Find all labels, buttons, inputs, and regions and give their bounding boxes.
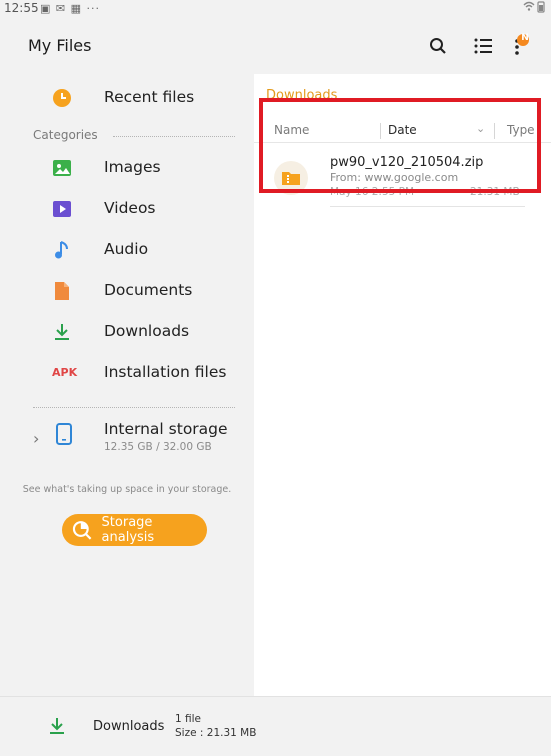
internal-storage-label[interactable]: Internal storage	[104, 420, 228, 438]
status-notification-icons: ▣ ✉ ▦ ···	[40, 2, 100, 15]
divider	[113, 136, 235, 137]
sidebar-item-label: Downloads	[104, 322, 190, 340]
bottom-folder-label: Downloads	[93, 719, 165, 734]
bottom-bar: Downloads 1 file Size : 21.31 MB	[0, 696, 551, 756]
tablet-icon	[56, 423, 72, 445]
search-button[interactable]	[426, 34, 450, 58]
sidebar-item-audio[interactable]: Audio	[0, 230, 254, 270]
download-icon	[50, 718, 64, 734]
video-icon	[53, 201, 71, 217]
file-count: 1 file	[175, 713, 202, 725]
page-title: My Files	[28, 36, 92, 55]
sidebar-item-label: Images	[104, 158, 161, 176]
apk-icon: APK	[52, 366, 78, 379]
app-bar: My Files N	[0, 18, 551, 74]
sidebar-item-label: Documents	[104, 281, 193, 299]
storage-hint: See what's taking up space in your stora…	[22, 484, 232, 495]
sidebar-item-downloads[interactable]: Downloads	[0, 312, 254, 352]
sidebar-item-recent[interactable]: Recent files	[0, 78, 254, 118]
sidebar-item-label: Installation files	[104, 363, 227, 381]
storage-analysis-label: Storage analysis	[101, 515, 155, 545]
document-icon	[55, 282, 69, 300]
download-icon	[55, 324, 69, 340]
sidebar-item-label: Audio	[104, 240, 149, 258]
audio-icon	[55, 241, 68, 259]
internal-storage-size: 12.35 GB / 32.00 GB	[104, 441, 212, 453]
sidebar-item-videos[interactable]: Videos	[0, 189, 254, 229]
wifi-icon	[523, 1, 545, 13]
list-icon	[474, 38, 492, 54]
view-list-button[interactable]	[471, 34, 495, 58]
image-icon	[53, 160, 71, 176]
status-bar: 12:55 ▣ ✉ ▦ ···	[0, 0, 551, 18]
expand-chevron-icon[interactable]: ›	[33, 429, 39, 448]
row-divider	[330, 206, 525, 207]
status-system-icons	[523, 1, 545, 16]
sidebar-item-label: Recent files	[104, 88, 195, 106]
storage-analysis-button[interactable]: Storage analysis	[62, 514, 207, 546]
sidebar-item-label: Videos	[104, 199, 156, 217]
sidebar-item-installation-files[interactable]: APK Installation files	[0, 353, 254, 393]
clock-icon	[53, 89, 71, 107]
search-icon	[430, 38, 446, 54]
storage-analysis-icon	[72, 521, 92, 540]
status-time: 12:55	[4, 1, 39, 15]
total-size: Size : 21.31 MB	[175, 727, 257, 739]
notification-badge: N	[521, 33, 529, 43]
highlight-box	[259, 98, 541, 193]
divider	[33, 407, 235, 408]
more-options-button[interactable]: N	[508, 33, 532, 58]
sidebar-item-documents[interactable]: Documents	[0, 271, 254, 311]
sidebar-item-images[interactable]: Images	[0, 148, 254, 188]
sidebar: Recent files Categories Images Videos Au…	[0, 74, 254, 696]
categories-header: Categories	[33, 128, 98, 142]
